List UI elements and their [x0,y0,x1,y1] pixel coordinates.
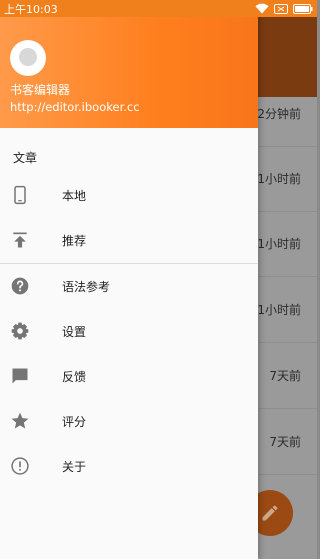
help-icon [11,277,29,295]
wifi-icon [255,3,269,14]
menu-item-label: 设置 [62,325,87,339]
background-item-time: 7天前 [269,435,301,449]
menu-item-rate[interactable]: 评分 [0,399,258,443]
gear-icon [11,322,29,340]
background-item-time: 1小时前 [257,237,301,251]
pencil-icon [262,505,278,521]
status-bar: 上午10:03 [0,0,317,17]
battery-icon [293,3,313,14]
menu-item-syntax-reference[interactable]: 语法参考 [0,264,258,308]
menu-item-label: 关于 [62,460,87,474]
background-item-time: 7天前 [269,369,301,383]
menu-item-local[interactable]: 本地 [0,173,258,217]
menu-item-label: 语法参考 [62,280,111,294]
menu-item-label: 本地 [62,189,87,203]
avatar[interactable] [10,40,46,76]
avatar-image [19,48,37,66]
star-icon [11,412,29,429]
background-item-time: 2分钟前 [257,107,301,121]
info-icon [11,457,29,475]
navigation-drawer: 书客编辑器 http://editor.ibooker.cc 文章 本地 推荐 … [0,0,258,559]
menu-item-recommend[interactable]: 推荐 [0,218,258,262]
menu-item-label: 评分 [62,415,87,429]
background-item-time: 1小时前 [257,303,301,317]
menu-item-about[interactable]: 关于 [0,444,258,488]
menu-item-label: 反馈 [62,370,87,384]
phone-icon [14,185,26,205]
section-title: 文章 [13,151,38,165]
feedback-icon [12,368,28,384]
status-time: 上午10:03 [4,3,58,16]
app-url[interactable]: http://editor.ibooker.cc [10,100,140,114]
drawer-header: 书客编辑器 http://editor.ibooker.cc [0,0,258,128]
background-item-time: 1小时前 [257,172,301,186]
upload-icon [13,232,27,248]
status-icons [255,2,313,15]
sim-off-icon [274,3,288,14]
menu-item-feedback[interactable]: 反馈 [0,354,258,398]
menu-item-label: 推荐 [62,234,87,248]
menu-item-settings[interactable]: 设置 [0,309,258,353]
app-name: 书客编辑器 [10,83,71,97]
